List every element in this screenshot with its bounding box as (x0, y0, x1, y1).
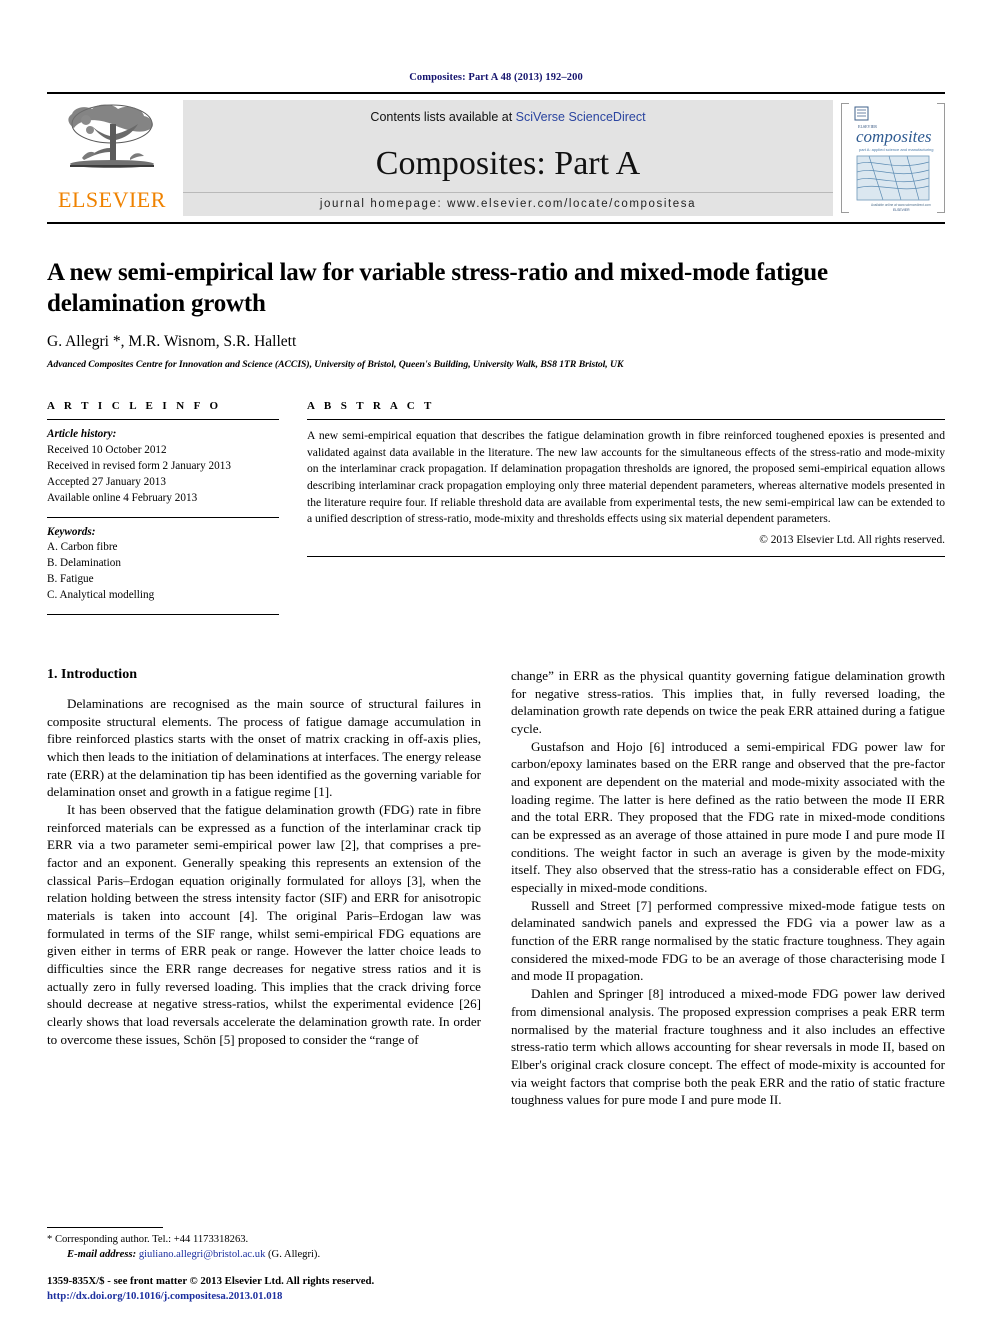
svg-text:composites: composites (856, 127, 932, 146)
contents-available-line: Contents lists available at SciVerse Sci… (370, 110, 645, 124)
paragraph: Gustafson and Hojo [6] introduced a semi… (511, 738, 945, 896)
keyword-item: B. Delamination (47, 557, 121, 570)
journal-title: Composites: Part A (375, 145, 641, 182)
contents-prefix: Contents lists available at (370, 110, 516, 124)
footnote-block: * Corresponding author. Tel.: +44 117331… (47, 1227, 481, 1263)
masthead-center: Contents lists available at SciVerse Sci… (183, 100, 833, 216)
journal-homepage-link[interactable]: journal homepage: www.elsevier.com/locat… (183, 192, 833, 216)
history-item: Received in revised form 2 January 2013 (47, 459, 231, 472)
svg-text:part A: applied science and ma: part A: applied science and manufacturin… (859, 147, 934, 152)
keyword-item: A. Carbon fibre (47, 541, 118, 554)
svg-text:ELSEVIER: ELSEVIER (893, 208, 910, 212)
keywords-group: Keywords: A. Carbon fibre B. Delaminatio… (47, 525, 279, 605)
running-head: Composites: Part A 48 (2013) 192–200 (409, 72, 583, 83)
abstract-heading: A B S T R A C T (307, 400, 435, 412)
paragraph: Dahlen and Springer [8] introduced a mix… (511, 986, 945, 1108)
email-link[interactable]: giuliano.allegri@bristol.ac.uk (139, 1249, 266, 1260)
article-page: Composites: Part A 48 (2013) 192–200 ELS… (0, 0, 992, 1323)
paragraph: It has been observed that the fatigue de… (47, 802, 481, 1047)
history-item: Available online 4 February 2013 (47, 491, 198, 504)
email-note: E-mail address: giuliano.allegri@bristol… (47, 1248, 481, 1263)
journal-cover-thumbnail: ELSEVIER composites part A: applied scie… (841, 102, 945, 214)
history-item: Accepted 27 January 2013 (47, 475, 166, 488)
paragraph: Russell and Street [7] performed compres… (511, 897, 945, 984)
elsevier-wordmark: ELSEVIER (58, 187, 166, 212)
keyword-item: B. Fatigue (47, 573, 94, 586)
sciencedirect-link[interactable]: SciVerse ScienceDirect (516, 110, 646, 124)
imprint-block: 1359-835X/$ - see front matter © 2013 El… (47, 1274, 507, 1305)
abstract-rule-top (307, 419, 945, 420)
keyword-item: C. Analytical modelling (47, 589, 155, 602)
article-info-rule-top (47, 419, 279, 420)
article-info-rule-bottom (47, 614, 279, 616)
elsevier-logo: ELSEVIER (47, 94, 177, 222)
abstract-text: A new semi-empirical equation that descr… (307, 429, 945, 526)
info-abstract-row: A R T I C L E I N F O Article history: R… (47, 400, 945, 616)
article-info-column: A R T I C L E I N F O Article history: R… (47, 400, 279, 616)
body-column-left: 1. Introduction Delaminations are recogn… (47, 667, 481, 1109)
affiliation: Advanced Composites Centre for Innovatio… (47, 359, 624, 370)
body-columns: 1. Introduction Delaminations are recogn… (47, 667, 945, 1109)
history-item: Received 10 October 2012 (47, 443, 167, 456)
svg-text:Available online at www.scienc: Available online at www.sciencedirect.co… (871, 203, 931, 207)
issn-line: 1359-835X/$ - see front matter © 2013 El… (47, 1274, 375, 1287)
abstract-column: A B S T R A C T A new semi-empirical equ… (307, 400, 945, 615)
body-column-right: change” in ERR as the physical quantity … (511, 667, 945, 1109)
keywords-label: Keywords: (47, 525, 96, 538)
author-list: G. Allegri *, M.R. Wisnom, S.R. Hallett (47, 333, 297, 350)
page-title: A new semi-empirical law for variable st… (47, 259, 828, 317)
article-history-group: Article history: Received 10 October 201… (47, 427, 279, 507)
paragraph: change” in ERR as the physical quantity … (511, 668, 945, 737)
journal-masthead: ELSEVIER Contents lists available at Sci… (47, 92, 945, 224)
corresponding-author-note: * Corresponding author. Tel.: +44 117331… (47, 1234, 249, 1246)
email-label: E-mail address: (67, 1249, 137, 1261)
copyright-line: © 2013 Elsevier Ltd. All rights reserved… (759, 534, 945, 547)
article-history-label: Article history: (47, 428, 117, 440)
elsevier-tree-icon (68, 104, 154, 168)
section-heading-introduction: 1. Introduction (47, 667, 137, 683)
footnote-rule (47, 1227, 163, 1229)
paragraph: Delaminations are recognised as the main… (47, 696, 482, 800)
abstract-rule-bottom (307, 556, 945, 558)
doi-link[interactable]: http://dx.doi.org/10.1016/j.compositesa.… (47, 1289, 507, 1305)
journal-cover-image: ELSEVIER composites part A: applied scie… (849, 102, 937, 214)
article-info-heading: A R T I C L E I N F O (47, 400, 222, 412)
email-suffix: (G. Allegri). (268, 1249, 321, 1261)
article-info-rule-mid (47, 516, 279, 518)
title-block: A new semi-empirical law for variable st… (47, 258, 945, 370)
